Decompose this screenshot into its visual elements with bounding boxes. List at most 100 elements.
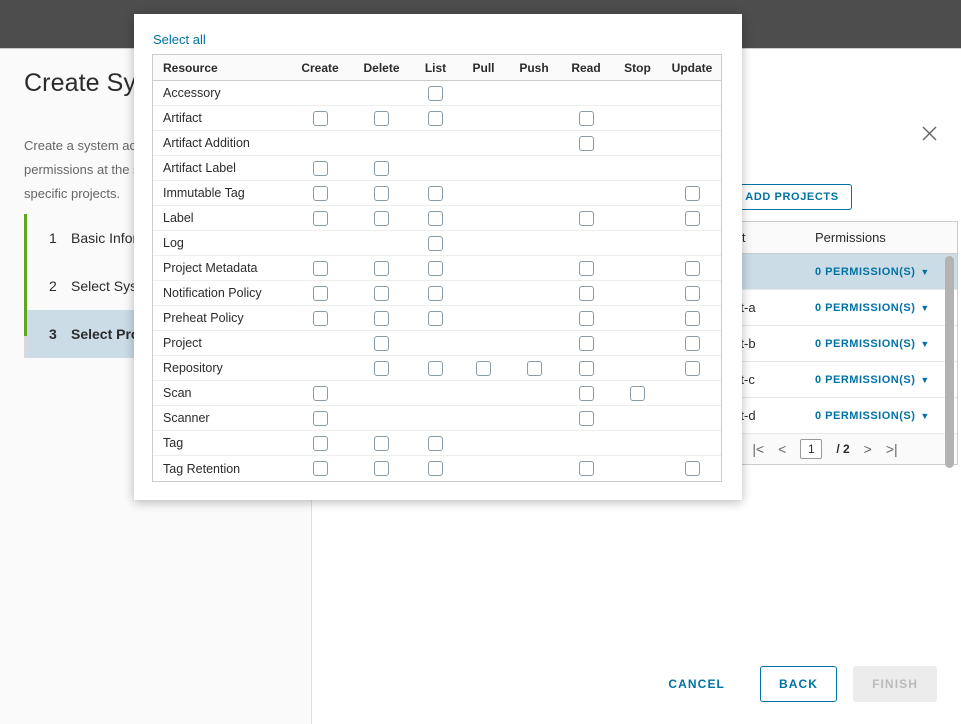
first-page-button[interactable]: |<: [752, 441, 764, 457]
checkbox-list[interactable]: [428, 461, 443, 476]
permissions-dropdown[interactable]: 0 PERMISSION(S) ▼: [815, 374, 957, 386]
checkbox-delete[interactable]: [374, 311, 389, 326]
checkbox-read[interactable]: [579, 261, 594, 276]
checkbox-update[interactable]: [685, 336, 700, 351]
checkbox-update[interactable]: [685, 211, 700, 226]
checkbox-read[interactable]: [579, 461, 594, 476]
checkbox-read[interactable]: [579, 111, 594, 126]
permissions-count-label: 0 PERMISSION(S): [815, 410, 915, 422]
checkbox-read[interactable]: [579, 211, 594, 226]
checkbox-stop[interactable]: [630, 386, 645, 401]
previous-page-button[interactable]: <: [778, 441, 786, 457]
cell-resource-name: Log: [153, 236, 289, 250]
checkbox-create[interactable]: [313, 461, 328, 476]
cell-update: [663, 186, 721, 201]
cell-read: [560, 261, 612, 276]
checkbox-delete[interactable]: [374, 286, 389, 301]
checkbox-create[interactable]: [313, 411, 328, 426]
column-header-resource: Resource: [153, 61, 289, 75]
permissions-dropdown[interactable]: 0 PERMISSION(S) ▼: [815, 410, 957, 422]
chevron-down-icon: ▼: [920, 339, 929, 349]
column-header-permissions: Permissions: [815, 230, 957, 245]
checkbox-create[interactable]: [313, 161, 328, 176]
checkbox-list[interactable]: [428, 211, 443, 226]
checkbox-read[interactable]: [579, 386, 594, 401]
cancel-button[interactable]: CANCEL: [649, 666, 744, 702]
table-row: Scan: [153, 381, 721, 406]
checkbox-update[interactable]: [685, 186, 700, 201]
cell-delete: [351, 261, 412, 276]
checkbox-create[interactable]: [313, 261, 328, 276]
checkbox-delete[interactable]: [374, 361, 389, 376]
cell-resource-name: Scan: [153, 386, 289, 400]
last-page-button[interactable]: >|: [886, 441, 898, 457]
cell-resource-name: Immutable Tag: [153, 186, 289, 200]
checkbox-delete[interactable]: [374, 186, 389, 201]
vertical-scrollbar[interactable]: [945, 256, 954, 468]
checkbox-read[interactable]: [579, 136, 594, 151]
current-page-input[interactable]: 1: [800, 439, 822, 459]
checkbox-update[interactable]: [685, 361, 700, 376]
checkbox-create[interactable]: [313, 436, 328, 451]
checkbox-delete[interactable]: [374, 111, 389, 126]
checkbox-create[interactable]: [313, 111, 328, 126]
checkbox-delete[interactable]: [374, 261, 389, 276]
cell-list: [412, 436, 459, 451]
cell-read: [560, 311, 612, 326]
checkbox-read[interactable]: [579, 411, 594, 426]
column-header-pull: Pull: [459, 61, 508, 75]
cell-create: [289, 436, 351, 451]
cell-list: [412, 361, 459, 376]
checkbox-read[interactable]: [579, 311, 594, 326]
cell-resource-name: Accessory: [153, 86, 289, 100]
checkbox-read[interactable]: [579, 286, 594, 301]
checkbox-list[interactable]: [428, 311, 443, 326]
checkbox-update[interactable]: [685, 286, 700, 301]
checkbox-delete[interactable]: [374, 436, 389, 451]
checkbox-update[interactable]: [685, 261, 700, 276]
cell-update: [663, 261, 721, 276]
cell-read: [560, 286, 612, 301]
checkbox-create[interactable]: [313, 186, 328, 201]
select-all-link[interactable]: Select all: [153, 32, 206, 47]
checkbox-delete[interactable]: [374, 211, 389, 226]
checkbox-create[interactable]: [313, 311, 328, 326]
permissions-dropdown[interactable]: 0 PERMISSION(S) ▼: [815, 266, 957, 278]
checkbox-delete[interactable]: [374, 336, 389, 351]
checkbox-read[interactable]: [579, 336, 594, 351]
checkbox-list[interactable]: [428, 361, 443, 376]
checkbox-create[interactable]: [313, 286, 328, 301]
checkbox-delete[interactable]: [374, 461, 389, 476]
permissions-dropdown[interactable]: 0 PERMISSION(S) ▼: [815, 302, 957, 314]
back-button[interactable]: BACK: [760, 666, 837, 702]
cell-push: [508, 361, 560, 376]
cell-create: [289, 261, 351, 276]
checkbox-delete[interactable]: [374, 161, 389, 176]
cell-read: [560, 411, 612, 426]
checkbox-list[interactable]: [428, 436, 443, 451]
checkbox-read[interactable]: [579, 361, 594, 376]
chevron-down-icon: ▼: [920, 411, 929, 421]
checkbox-list[interactable]: [428, 261, 443, 276]
checkbox-list[interactable]: [428, 186, 443, 201]
table-row: Preheat Policy: [153, 306, 721, 331]
step-number: 2: [49, 278, 71, 294]
checkbox-list[interactable]: [428, 86, 443, 101]
chevron-down-icon: ▼: [920, 267, 929, 277]
checkbox-list[interactable]: [428, 236, 443, 251]
checkbox-update[interactable]: [685, 311, 700, 326]
checkbox-push[interactable]: [527, 361, 542, 376]
checkbox-create[interactable]: [313, 386, 328, 401]
cell-delete: [351, 461, 412, 476]
checkbox-list[interactable]: [428, 286, 443, 301]
cell-resource-name: Notification Policy: [153, 286, 289, 300]
checkbox-pull[interactable]: [476, 361, 491, 376]
checkbox-update[interactable]: [685, 461, 700, 476]
checkbox-list[interactable]: [428, 111, 443, 126]
close-button[interactable]: [915, 119, 943, 147]
column-header-push: Push: [508, 61, 560, 75]
chevron-down-icon: ▼: [920, 303, 929, 313]
permissions-dropdown[interactable]: 0 PERMISSION(S) ▼: [815, 338, 957, 350]
next-page-button[interactable]: >: [864, 441, 872, 457]
checkbox-create[interactable]: [313, 211, 328, 226]
